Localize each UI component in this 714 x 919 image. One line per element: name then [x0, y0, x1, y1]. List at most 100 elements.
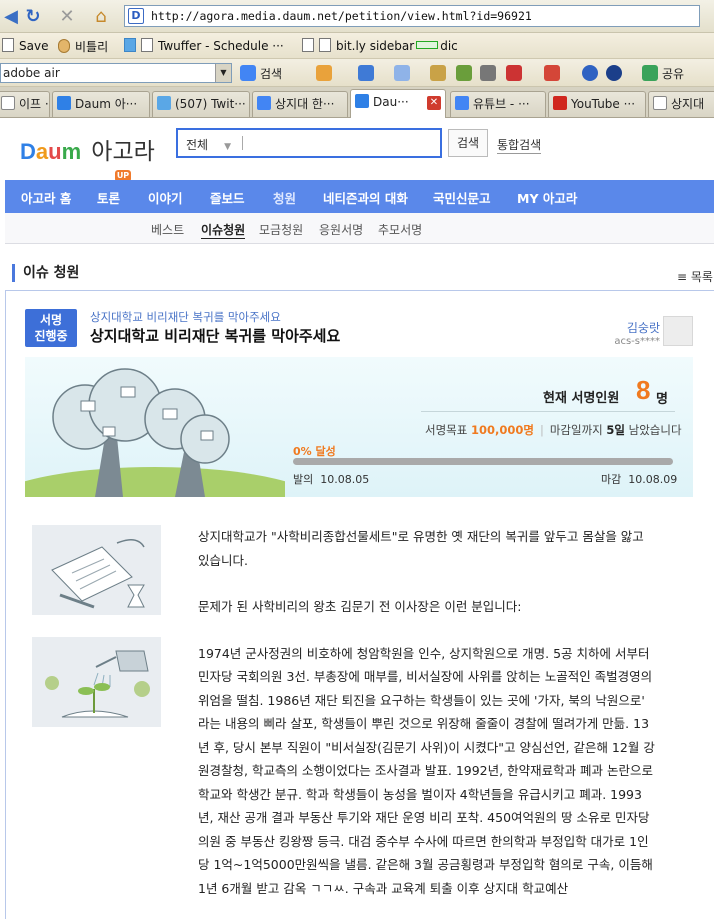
google-icon: [455, 96, 469, 110]
share-button[interactable]: 공유: [662, 65, 684, 82]
list-icon: ≡: [677, 270, 691, 284]
twitter-icon: [157, 96, 171, 110]
search-button[interactable]: 검색: [448, 129, 488, 157]
sub-menu: 베스트 이슈청원 모금청원 응원서명 추모서명: [5, 213, 714, 244]
tab-item[interactable]: 유튜브 - ···: [450, 91, 546, 117]
author-id: acs-s****: [614, 336, 660, 347]
bookmark-save[interactable]: Save: [2, 38, 48, 53]
menu-story[interactable]: 이야기: [148, 188, 183, 207]
tab-item[interactable]: YouTube ···: [548, 91, 646, 117]
menu-board[interactable]: 즐보드: [210, 188, 245, 207]
end-date: 마감 10.08.09: [601, 473, 678, 486]
twitter-icon: [124, 38, 136, 52]
chevron-down-icon: ▼: [224, 142, 232, 152]
submenu-memorial-sign[interactable]: 추모서명: [378, 221, 422, 238]
petition-category-link[interactable]: 상지대학교 비리재단 복귀를 막아주세요: [90, 309, 281, 325]
calendar-icon[interactable]: [394, 65, 410, 81]
toolbar-search-button[interactable]: 검색: [260, 65, 282, 82]
translate-icon[interactable]: [430, 65, 446, 81]
tab-item[interactable]: 상지대: [648, 91, 714, 117]
search-category-select[interactable]: 전체 ▼: [186, 136, 231, 153]
author-name[interactable]: 김숭랏: [608, 319, 660, 336]
toolbar-search-input[interactable]: adobe air ▼: [0, 63, 232, 83]
globe-icon[interactable]: [582, 65, 598, 81]
progress-bar: [293, 458, 673, 465]
menu-my-agora[interactable]: MY 아고라: [517, 188, 577, 207]
bookmarks-toolbar: Save 비틀리 Twuffer - Schedule ··· bit.ly s…: [0, 33, 714, 59]
chevron-down-icon[interactable]: ▼: [215, 64, 231, 82]
url-text[interactable]: http://agora.media.daum.net/petition/vie…: [151, 9, 532, 23]
progress-label: 0% 달성: [293, 445, 336, 458]
menu-petition[interactable]: 청원: [273, 188, 296, 207]
stop-icon[interactable]: ✕: [56, 6, 78, 28]
page-icon: [319, 38, 331, 52]
youtube-icon: [553, 96, 567, 110]
submenu-issue-petition[interactable]: 이슈청원: [201, 221, 246, 239]
signature-count-label: 현재 서명인원: [543, 391, 620, 406]
petition-body: 상지대학교가 "사학비리종합선물세트"로 유명한 옛 재단의 복귀를 앞두고 몸…: [198, 525, 656, 900]
body-paragraph: 1974년 군사정권의 비호하에 청암학원을 인수, 상지학원으로 개명. 5공…: [198, 645, 655, 896]
page-icon: [1, 96, 15, 110]
body-paragraph: 상지대학교가 "사학비리종합선물세트"로 유명한 옛 재단의 복귀를 앞두고 몸…: [198, 529, 644, 568]
bitly-icon: [58, 39, 70, 53]
bookmark-twuffer[interactable]: Twuffer - Schedule ···: [124, 38, 284, 53]
petition-title: 상지대학교 비리재단 복귀를 막아주세요: [90, 327, 341, 345]
tab-item-active[interactable]: Dau··· ✕: [350, 89, 446, 118]
leaf-icon[interactable]: [456, 65, 472, 81]
back-icon[interactable]: ◀: [0, 6, 22, 28]
bank-icon[interactable]: [480, 65, 496, 81]
menu-debate[interactable]: 토론: [97, 188, 120, 207]
daum-icon: [355, 94, 369, 108]
submenu-best[interactable]: 베스트: [151, 221, 184, 238]
tab-item[interactable]: Daum 아···: [52, 91, 150, 117]
plus-icon[interactable]: [358, 65, 374, 81]
unified-search-link[interactable]: 통합검색: [497, 136, 542, 154]
signature-panel: 현재 서명인원 8 명 서명목표 100,000명 | 마감일까지 5일 남았습니다…: [25, 357, 693, 497]
writing-illustration: [32, 525, 161, 615]
refresh-icon[interactable]: ↻: [22, 6, 44, 28]
google-icon: [240, 65, 256, 81]
tab-item[interactable]: 이프 ···: [0, 91, 50, 117]
tree-illustration: [25, 368, 285, 497]
site-search-box: 전체 ▼: [176, 128, 442, 158]
google-icon: [257, 96, 271, 110]
menu-netizen-talk[interactable]: 네티즌과의 대화: [323, 188, 408, 207]
bookmark-bitly-sidebar[interactable]: bit.ly sidebar dic: [302, 38, 458, 53]
tab-item[interactable]: (507) Twit···: [152, 91, 250, 117]
search-toolbar: adobe air ▼ 검색 공유: [0, 59, 714, 87]
submenu-support-sign[interactable]: 응원서명: [319, 221, 363, 238]
tab-item[interactable]: 상지대 한···: [252, 91, 348, 117]
goal-value: 100,000명: [470, 423, 534, 437]
address-bar[interactable]: D http://agora.media.daum.net/petition/v…: [124, 5, 700, 27]
body-paragraph: 문제가 된 사학비리의 왕초 김문기 전 이사장은 이런 분입니다:: [198, 599, 522, 614]
bookmark-bitly[interactable]: 비틀리: [58, 38, 108, 55]
main-menu: 아고라 홈 토론 이야기 즐보드 청원 네티즌과의 대화 국민신문고 MY 아고…: [5, 180, 714, 213]
signature-count: 8: [636, 375, 651, 405]
page-icon: [653, 96, 667, 110]
dictionary-icon: [416, 41, 439, 49]
watering-illustration: [32, 637, 161, 727]
search-input[interactable]: [250, 134, 430, 152]
bookmark-star-icon[interactable]: [316, 65, 332, 81]
navigation-toolbar: ◀ ↻ ✕ ⌂ D http://agora.media.daum.net/pe…: [0, 0, 714, 33]
page-title: 이슈 청원: [12, 264, 79, 282]
page-icon: [302, 38, 314, 52]
daum-icon: [57, 96, 71, 110]
submenu-fundraising[interactable]: 모금청원: [259, 221, 303, 238]
goal-row: 서명목표 100,000명 | 마감일까지 5일 남았습니다: [425, 423, 682, 437]
avatar[interactable]: [663, 316, 693, 346]
share-icon: [642, 65, 658, 81]
menu-sinmungo[interactable]: 국민신문고: [433, 188, 491, 207]
start-date: 발의 10.08.05: [293, 473, 370, 486]
list-link[interactable]: ≡ 목록: [677, 268, 713, 285]
daum-agora-logo[interactable]: Daum 아고라: [20, 132, 155, 166]
home-icon[interactable]: ⌂: [90, 6, 112, 28]
status-badge: 서명 진행중: [25, 309, 77, 347]
close-icon[interactable]: ✕: [427, 96, 441, 110]
mail-icon[interactable]: [506, 65, 522, 81]
menu-agora-home[interactable]: 아고라 홈: [21, 188, 71, 207]
earth-icon[interactable]: [606, 65, 622, 81]
author-info: 김숭랏 acs-s****: [608, 319, 660, 347]
gmail-icon[interactable]: [544, 65, 560, 81]
petition-panel: 서명 진행중 상지대학교 비리재단 복귀를 막아주세요 상지대학교 비리재단 복…: [5, 290, 714, 919]
